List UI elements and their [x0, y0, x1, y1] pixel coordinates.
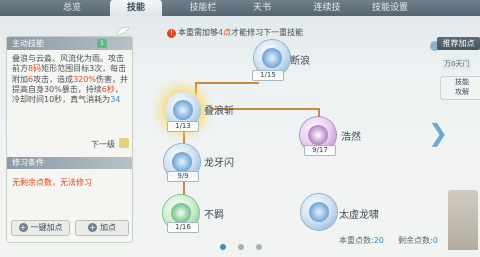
- next-level-label[interactable]: 下一级: [91, 139, 115, 150]
- notice-suffix: 才能修习下一重技能: [231, 28, 304, 37]
- remaining-points-value: 0: [432, 236, 438, 245]
- leaf-icon: [116, 26, 130, 36]
- tab-skills[interactable]: 技能: [110, 0, 162, 16]
- desc-highlight: 6秒: [101, 84, 115, 94]
- recommend-points-button[interactable]: 推荐加点: [437, 37, 480, 50]
- tree-connector: [195, 82, 259, 84]
- warning-icon: !: [167, 29, 176, 38]
- add-point-label: 加点: [100, 223, 116, 232]
- statue-decoration: [448, 190, 478, 250]
- skill-name: 断浪: [290, 56, 310, 67]
- remaining-points-label: 剩余点数:: [398, 236, 433, 245]
- skill-name: 龙牙闪: [204, 158, 234, 169]
- detail-header-label: 主动技能: [12, 39, 44, 48]
- tab-overview[interactable]: 总览: [48, 0, 96, 16]
- swirl-icon: [308, 125, 328, 145]
- school-tag: 万0天门: [442, 58, 472, 70]
- notice-prefix: 本重需加够: [178, 28, 218, 37]
- used-points-label: 本重点数:: [339, 236, 374, 245]
- skill-level: 1/15: [252, 70, 284, 81]
- detail-header: 主动技能: [7, 37, 132, 50]
- next-page-arrow-icon[interactable]: ❯: [428, 119, 448, 147]
- wave-icon: [262, 48, 282, 68]
- tab-combo[interactable]: 连续技: [300, 0, 354, 16]
- page-dot[interactable]: [256, 244, 262, 250]
- used-points: 本重点数:20: [339, 235, 384, 246]
- skill-node-taixulongxiao[interactable]: [301, 194, 337, 230]
- requirement-notice: ! 本重需加够4点才能修习下一重技能: [167, 27, 303, 38]
- skill-name: 叠浪斩: [204, 106, 234, 117]
- notice-points: 4点: [218, 28, 232, 37]
- dragon-icon: [172, 152, 192, 172]
- skill-level: 1/16: [167, 222, 199, 233]
- page-dot[interactable]: [238, 244, 244, 250]
- skill-level: 9/17: [304, 145, 336, 156]
- wave-icon: [173, 100, 193, 120]
- desc-mana-cost: 34: [110, 95, 121, 105]
- one-key-add-label: 一键加点: [30, 223, 63, 232]
- tab-skill-settings[interactable]: 技能设置: [360, 0, 420, 16]
- plus-icon: +: [18, 223, 28, 232]
- skill-description: 叠浪与云淼、风流化为雨。攻击前方8码矩形范围目标3次，每击附加6攻击，造成320…: [12, 54, 128, 105]
- skill-level: 9/9: [167, 171, 199, 182]
- skill-detail-panel: 主动技能 1 叠浪与云淼、风流化为雨。攻击前方8码矩形范围目标3次，每击附加6攻…: [6, 36, 133, 243]
- figure-icon: [171, 203, 191, 223]
- remaining-points: 剩余点数:0: [398, 235, 438, 246]
- jade-icon: 1: [97, 39, 107, 48]
- skill-level: 1/13: [167, 121, 199, 132]
- tab-tianshu[interactable]: 天书: [237, 0, 287, 16]
- page-dot-active[interactable]: [220, 244, 226, 250]
- condition-header: 修习条件: [7, 157, 132, 169]
- desc-text: 攻击，造成: [33, 74, 74, 84]
- skill-assist-button[interactable]: 技能 攻解: [440, 76, 480, 100]
- condition-header-label: 修习条件: [12, 158, 44, 167]
- condition-text: 无剩余点数，无法修习: [12, 178, 92, 187]
- plus-icon: +: [88, 223, 97, 232]
- used-points-value: 20: [373, 236, 384, 245]
- one-key-add-button[interactable]: + 一键加点: [11, 220, 70, 236]
- skill-name: 浩然: [341, 132, 361, 143]
- desc-highlight: 320%: [73, 74, 96, 84]
- desc-highlight: 8码: [28, 64, 42, 74]
- add-point-button[interactable]: + 加点: [75, 220, 129, 236]
- skill-name: 太虚龙啸: [339, 210, 379, 221]
- pin-icon[interactable]: [119, 138, 129, 148]
- tab-skill-bar[interactable]: 技能栏: [177, 0, 229, 16]
- skill-assist-sublabel: 攻解: [455, 88, 469, 96]
- skill-assist-label: 技能: [455, 78, 469, 86]
- dragon-roar-icon: [309, 202, 329, 222]
- skill-name: 不羁: [204, 210, 224, 221]
